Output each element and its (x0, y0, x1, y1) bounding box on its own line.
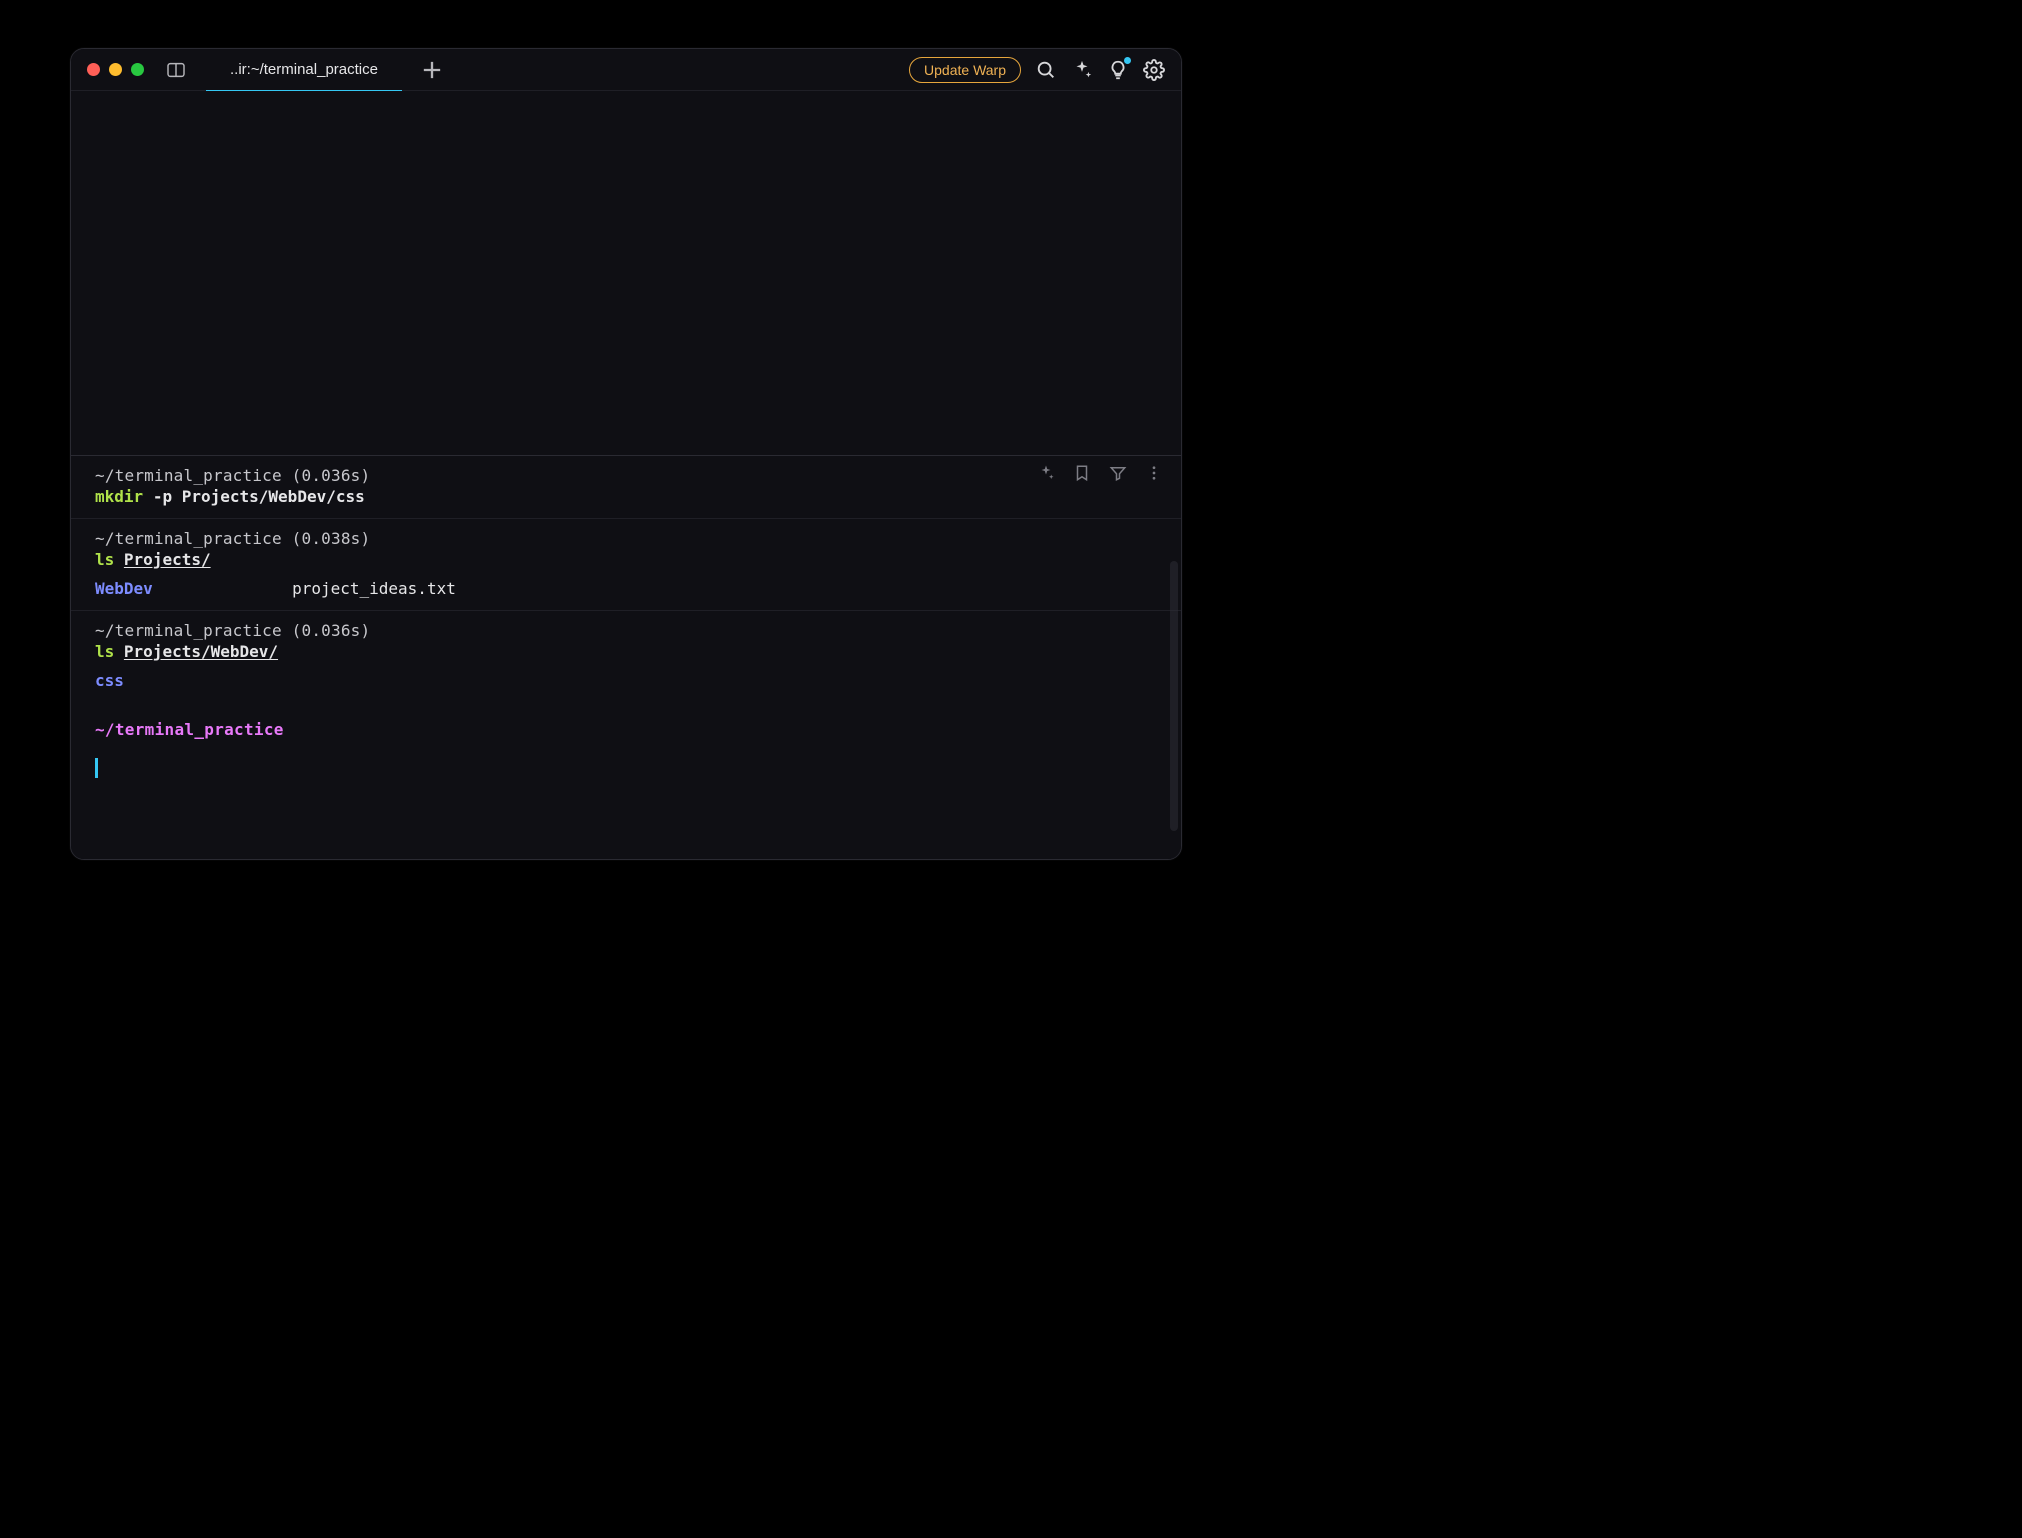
block-meta: ~/terminal_practice (0.036s) (95, 621, 1157, 640)
command-block[interactable]: ~/terminal_practice (0.036s) ls Projects… (71, 610, 1181, 702)
more-icon[interactable] (1145, 464, 1163, 482)
close-window-button[interactable] (87, 63, 100, 76)
command-arg: Projects/WebDev/ (124, 642, 278, 661)
notification-dot (1124, 57, 1131, 64)
terminal-body: ~/terminal_practice (0.036s) mkdir -p Pr… (71, 91, 1181, 859)
command-arg: Projects/ (124, 550, 211, 569)
command-name: mkdir (95, 487, 143, 506)
search-icon[interactable] (1035, 59, 1057, 81)
tab-current[interactable]: ..ir:~/terminal_practice (206, 49, 402, 91)
prompt-area[interactable]: ~/terminal_practice (71, 702, 1181, 788)
block-actions (1037, 464, 1163, 482)
traffic-lights (71, 63, 144, 76)
minimize-window-button[interactable] (109, 63, 122, 76)
terminal-scrollback-empty (71, 91, 1181, 455)
command-line: ls Projects/ (95, 550, 1157, 569)
tab-title: ..ir:~/terminal_practice (230, 61, 378, 78)
lightbulb-icon[interactable] (1107, 59, 1129, 81)
title-bar-right: Update Warp (909, 57, 1181, 83)
output-directory: css (95, 671, 124, 690)
gear-icon[interactable] (1143, 59, 1165, 81)
cursor (95, 758, 98, 778)
prompt-input[interactable] (95, 757, 1157, 778)
scrollbar-thumb[interactable] (1170, 561, 1178, 831)
command-flag: -p (153, 487, 172, 506)
command-name: ls (95, 550, 114, 569)
output-directory: WebDev (95, 579, 153, 598)
command-output: WebDev project_ideas.txt (95, 579, 1157, 598)
command-output: css (95, 671, 1157, 690)
prompt-cwd: ~/terminal_practice (95, 720, 1157, 739)
block-meta: ~/terminal_practice (0.038s) (95, 529, 1157, 548)
title-bar: ..ir:~/terminal_practice Update Warp (71, 49, 1181, 91)
command-arg: Projects/WebDev/css (182, 487, 365, 506)
sparkle-icon[interactable] (1071, 59, 1093, 81)
update-warp-button[interactable]: Update Warp (909, 57, 1021, 83)
command-block[interactable]: ~/terminal_practice (0.036s) mkdir -p Pr… (71, 455, 1181, 518)
filter-icon[interactable] (1109, 464, 1127, 482)
new-tab-button[interactable] (418, 56, 446, 84)
command-line: mkdir -p Projects/WebDev/css (95, 487, 1157, 506)
command-line: ls Projects/WebDev/ (95, 642, 1157, 661)
split-pane-icon[interactable] (166, 62, 186, 78)
maximize-window-button[interactable] (131, 63, 144, 76)
block-meta: ~/terminal_practice (0.036s) (95, 466, 1157, 485)
bookmark-icon[interactable] (1073, 464, 1091, 482)
sparkle-icon[interactable] (1037, 464, 1055, 482)
command-block[interactable]: ~/terminal_practice (0.038s) ls Projects… (71, 518, 1181, 610)
output-file: project_ideas.txt (292, 579, 456, 598)
command-name: ls (95, 642, 114, 661)
terminal-window: ..ir:~/terminal_practice Update Warp (70, 48, 1182, 860)
